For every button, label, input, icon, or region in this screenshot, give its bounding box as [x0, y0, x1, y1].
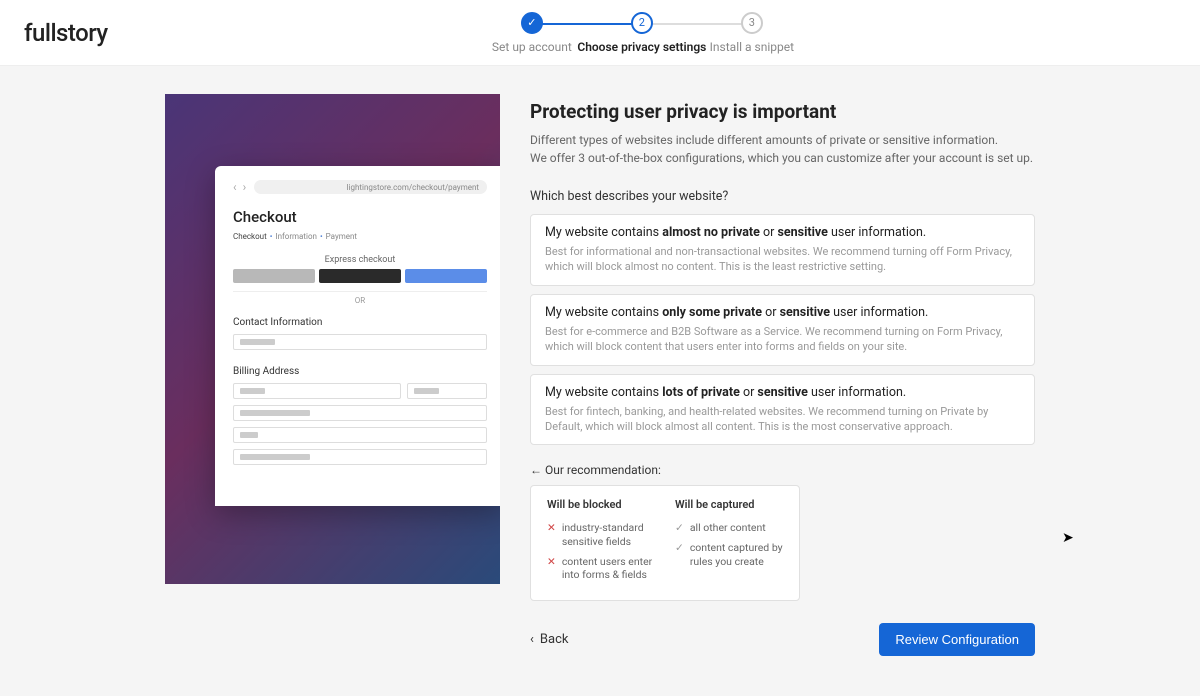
recommendation-label: Our recommendation:: [530, 463, 1035, 477]
step-connector: [532, 23, 642, 25]
option-description: Best for informational and non-transacti…: [545, 244, 1020, 275]
blocked-heading: Will be blocked: [547, 498, 655, 511]
mock-contact-heading: Contact Information: [233, 317, 487, 328]
option-title: My website contains almost no private or…: [545, 225, 1020, 240]
captured-column: Will be captured ✓all other content ✓con…: [675, 498, 783, 588]
mock-input: [233, 334, 487, 350]
captured-item: ✓all other content: [675, 521, 783, 535]
mock-payment-buttons: [233, 269, 487, 283]
mock-input: [233, 383, 401, 399]
privacy-option-some[interactable]: My website contains only some private or…: [530, 294, 1035, 366]
back-button[interactable]: ‹ Back: [530, 632, 568, 647]
option-title: My website contains lots of private or s…: [545, 385, 1020, 400]
page-subtext: Different types of websites include diff…: [530, 131, 1035, 167]
blocked-item: ✕industry-standard sensitive fields: [547, 521, 655, 548]
preview-panel: ‹› lightingstore.com/checkout/payment Ch…: [165, 94, 500, 584]
option-title: My website contains only some private or…: [545, 305, 1020, 320]
captured-heading: Will be captured: [675, 498, 783, 511]
mock-breadcrumb: Checkout•Information•Payment: [233, 232, 487, 241]
blocked-item: ✕content users enter into forms & fields: [547, 555, 655, 582]
privacy-option-none[interactable]: My website contains almost no private or…: [530, 214, 1035, 286]
review-configuration-button[interactable]: Review Configuration: [879, 623, 1035, 656]
nav-arrows-icon: ‹›: [233, 180, 246, 194]
blocked-column: Will be blocked ✕industry-standard sensi…: [547, 498, 655, 588]
step-number: 3: [741, 12, 763, 34]
logo: fullstory: [24, 19, 108, 47]
step-label: Install a snippet: [710, 40, 794, 54]
step-label: Set up account: [492, 40, 572, 54]
header: fullstory ✓ Set up account 2 Choose priv…: [0, 0, 1200, 66]
option-description: Best for fintech, banking, and health-re…: [545, 404, 1020, 435]
question-label: Which best describes your website?: [530, 189, 1035, 204]
mock-or-divider: OR: [233, 291, 487, 305]
mock-input: [233, 405, 487, 421]
step-privacy-settings: 2 Choose privacy settings: [587, 12, 697, 54]
progress-stepper: ✓ Set up account 2 Choose privacy settin…: [108, 12, 1176, 54]
mock-page-title: Checkout: [233, 208, 487, 226]
mock-billing-heading: Billing Address: [233, 366, 487, 377]
footer-row: ‹ Back Review Configuration: [530, 623, 1035, 656]
mock-input: [407, 383, 487, 399]
check-icon: ✓: [675, 521, 684, 535]
captured-item: ✓content captured by rules you create: [675, 541, 783, 568]
browser-mockup: ‹› lightingstore.com/checkout/payment Ch…: [215, 166, 500, 506]
mock-input: [233, 427, 487, 443]
step-setup-account: ✓ Set up account: [477, 12, 587, 54]
main-area: ‹› lightingstore.com/checkout/payment Ch…: [0, 66, 1200, 696]
check-icon: ✓: [521, 12, 543, 34]
mock-input: [233, 449, 487, 465]
step-connector: [642, 23, 752, 25]
x-icon: ✕: [547, 555, 556, 582]
step-label: Choose privacy settings: [577, 40, 706, 54]
mock-express-label: Express checkout: [233, 255, 487, 265]
step-number: 2: [631, 12, 653, 34]
step-install-snippet: 3 Install a snippet: [697, 12, 807, 54]
privacy-option-lots[interactable]: My website contains lots of private or s…: [530, 374, 1035, 446]
chevron-left-icon: ‹: [530, 632, 534, 647]
check-icon: ✓: [675, 541, 684, 568]
url-bar: lightingstore.com/checkout/payment: [254, 180, 487, 194]
content-panel: Protecting user privacy is important Dif…: [530, 94, 1035, 656]
x-icon: ✕: [547, 521, 556, 548]
page-heading: Protecting user privacy is important: [530, 100, 1035, 123]
option-description: Best for e-commerce and B2B Software as …: [545, 324, 1020, 355]
